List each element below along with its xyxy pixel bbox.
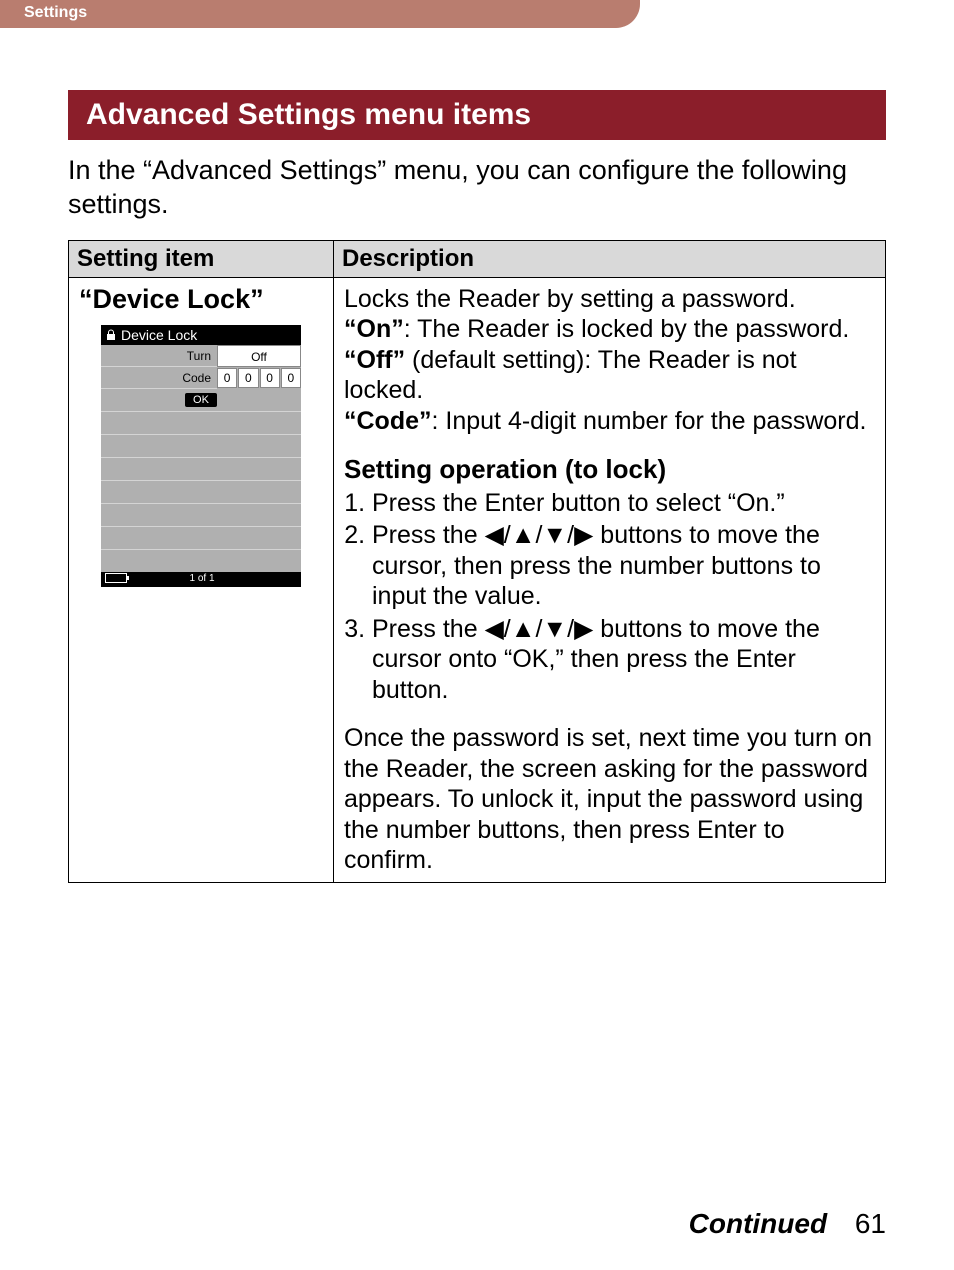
step-3: Press the ◀/▲/▼/▶ buttons to move the cu…	[372, 614, 875, 706]
mock-title-bar: Device Lock	[101, 325, 301, 345]
setting-item-cell: “Device Lock” Device Lock Turn Off	[69, 277, 334, 882]
desc-code-text: : Input 4-digit number for the password.	[432, 407, 867, 435]
col-header-description: Description	[334, 240, 886, 277]
mock-ok-button: OK	[185, 393, 217, 407]
step-2a: Press the	[372, 521, 485, 549]
desc-off: “Off” (default setting): The Reader is n…	[344, 345, 875, 406]
desc-after: Once the password is set, next time you …	[344, 723, 875, 876]
settings-table: Setting item Description “Device Lock” D…	[68, 240, 886, 883]
desc-on: “On”: The Reader is locked by the passwo…	[344, 314, 875, 345]
operation-steps: Press the Enter button to select “On.” P…	[344, 488, 875, 706]
intro-text: In the “Advanced Settings” menu, you can…	[68, 154, 886, 222]
device-lock-mock: Device Lock Turn Off Code 0	[101, 325, 301, 587]
desc-code: “Code”: Input 4-digit number for the pas…	[344, 406, 875, 437]
battery-icon	[105, 573, 127, 586]
step-2: Press the ◀/▲/▼/▶ buttons to move the cu…	[372, 520, 875, 612]
desc-on-label: “On”	[344, 315, 404, 343]
desc-off-label: “Off”	[344, 346, 405, 374]
mock-footer: 1 of 1	[101, 572, 301, 587]
step-1: Press the Enter button to select “On.”	[372, 488, 875, 519]
step-3a: Press the	[372, 615, 485, 643]
mock-title-text: Device Lock	[121, 327, 197, 343]
mock-turn-value: Off	[217, 345, 301, 367]
arrow-icons: ◀/▲/▼/▶	[485, 615, 594, 643]
mock-page-indicator: 1 of 1	[189, 573, 214, 586]
mock-code-digit: 0	[260, 368, 280, 388]
header-tab-label: Settings	[24, 4, 87, 21]
setting-name: “Device Lock”	[79, 284, 323, 315]
header-tab: Settings	[0, 0, 640, 28]
desc-off-text: (default setting): The Reader is not loc…	[344, 346, 797, 405]
section-title: Advanced Settings menu items	[68, 90, 886, 140]
page-footer: Continued 61	[689, 1208, 886, 1240]
mock-code-digit: 0	[281, 368, 301, 388]
desc-on-text: : The Reader is locked by the password.	[404, 315, 850, 343]
mock-code-digit: 0	[238, 368, 258, 388]
mock-code-label: Code	[101, 367, 217, 389]
lock-icon	[105, 329, 117, 341]
page-number: 61	[855, 1208, 886, 1239]
mock-code-boxes: 0 0 0 0	[217, 367, 301, 389]
col-header-setting: Setting item	[69, 240, 334, 277]
desc-code-label: “Code”	[344, 407, 432, 435]
arrow-icons: ◀/▲/▼/▶	[485, 521, 594, 549]
operation-title: Setting operation (to lock)	[344, 454, 875, 486]
mock-turn-label: Turn	[101, 345, 217, 367]
mock-code-digit: 0	[217, 368, 237, 388]
description-cell: Locks the Reader by setting a password. …	[334, 277, 886, 882]
continued-label: Continued	[689, 1208, 827, 1239]
desc-line: Locks the Reader by setting a password.	[344, 284, 875, 315]
